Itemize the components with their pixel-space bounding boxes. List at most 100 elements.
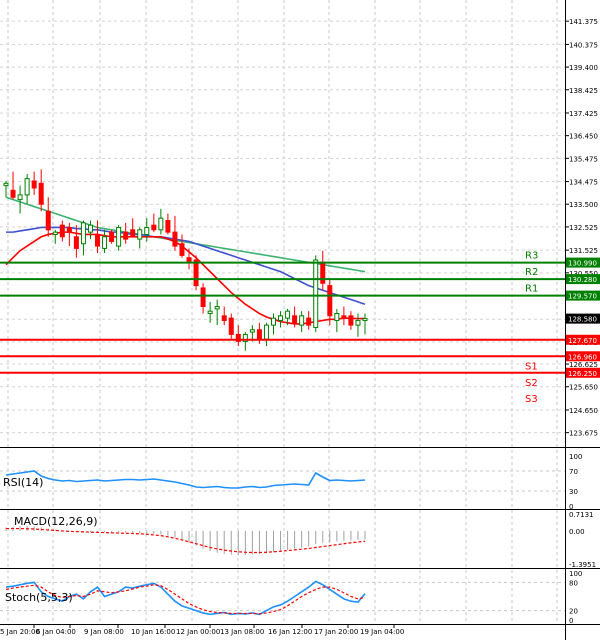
- candle-body-35: [249, 329, 255, 333]
- stoch-tick-label-2: 20: [569, 608, 578, 616]
- candle-body-9: [66, 226, 72, 233]
- candle-body-23: [165, 220, 171, 233]
- level-price-label-4: 126.960: [568, 353, 597, 361]
- macd-tick-label-2: -1.3951: [569, 561, 596, 569]
- level-price-label-2: 129.570: [568, 293, 597, 301]
- stoch-tick-label-1: 80: [569, 579, 578, 587]
- rsi-label: RSI(14): [3, 476, 43, 489]
- candle-body-39: [278, 315, 284, 321]
- candle-body-1: [10, 189, 16, 198]
- candle-body-32: [228, 317, 234, 335]
- candle-body-46: [327, 285, 333, 317]
- candle-body-12: [87, 224, 93, 233]
- macd-label: MACD(12,26,9): [14, 515, 98, 528]
- forex-chart: R3 R2 R1 S1 S2 S3 141.375 140.375 139.400 138.42…: [0, 0, 600, 640]
- level-name-5: S2: [525, 378, 538, 389]
- candle-body-49: [348, 315, 354, 326]
- level-price-label-3: 127.670: [568, 337, 597, 345]
- time-tick-label-4: 12 Jan 00:00: [176, 628, 220, 636]
- candle-body-41: [292, 315, 298, 324]
- price-tick-label-1: 140.375: [569, 41, 598, 49]
- rsi-tick-label-0: 100: [569, 453, 582, 461]
- candle-body-14: [102, 236, 108, 249]
- chart-svg: R3 R2 R1 S1 S2 S3 141.375 140.375 139.400 138.42…: [0, 0, 600, 640]
- level-price-label-5: 126.250: [568, 370, 597, 378]
- candle-body-21: [151, 224, 157, 231]
- price-tick-label-9: 132.525: [569, 224, 598, 232]
- level-name-4: S1: [525, 361, 538, 372]
- level-price-label-0: 130.990: [568, 260, 597, 268]
- candle-body-27: [193, 259, 199, 287]
- s3-label: S3: [525, 394, 538, 405]
- candle-body-43: [306, 317, 312, 326]
- candle-body-7: [52, 231, 58, 235]
- time-tick-label-2: 9 Jan 08:00: [84, 628, 124, 636]
- candle-body-13: [95, 233, 101, 247]
- candle-body-38: [270, 317, 276, 326]
- candle-body-30: [214, 306, 220, 310]
- candle-body-24: [172, 231, 178, 247]
- time-tick-label-7: 17 Jan 20:00: [314, 628, 358, 636]
- price-tick-label-15: 125.650: [569, 384, 598, 392]
- candle-body-4: [31, 180, 37, 189]
- level-name-2: R1: [525, 284, 538, 295]
- price-tick-label-6: 135.475: [569, 155, 598, 163]
- candle-body-10: [73, 236, 79, 249]
- candle-body-17: [123, 231, 129, 240]
- candle-body-2: [17, 194, 23, 201]
- candle-body-36: [256, 329, 262, 340]
- time-tick-label-3: 10 Jan 16:00: [131, 628, 175, 636]
- time-tick-label-5: 13 Jan 08:00: [220, 628, 264, 636]
- price-tick-label-10: 131.525: [569, 247, 598, 255]
- candle-body-28: [200, 287, 206, 308]
- stoch-tick-label-3: 0: [569, 617, 573, 625]
- rsi-tick-label-2: 30: [569, 488, 578, 496]
- time-tick-label-6: 16 Jan 12:00: [268, 628, 312, 636]
- candle-body-31: [221, 315, 227, 321]
- candle-body-5: [38, 182, 44, 205]
- price-tick-label-5: 136.450: [569, 133, 598, 141]
- price-tick-label-2: 139.400: [569, 64, 598, 72]
- stoch-tick-label-0: 100: [569, 570, 582, 578]
- candle-body-22: [158, 217, 164, 231]
- level-price-label-1: 130.280: [568, 276, 597, 284]
- price-tick-label-7: 134.475: [569, 179, 598, 187]
- candle-body-19: [137, 229, 143, 240]
- candle-body-42: [299, 315, 305, 326]
- candle-body-47: [334, 312, 340, 321]
- candle-body-48: [341, 315, 347, 319]
- candle-body-50: [355, 319, 361, 326]
- candle-body-37: [263, 324, 269, 340]
- candle-body-29: [207, 310, 213, 314]
- price-tick-label-4: 137.425: [569, 110, 598, 118]
- price-tick-label-8: 133.500: [569, 201, 598, 209]
- price-tick-label-16: 124.650: [569, 407, 598, 415]
- level-name-0: R3: [525, 251, 538, 262]
- price-tick-label-3: 138.425: [569, 87, 598, 95]
- price-tick-label-0: 141.375: [569, 18, 598, 26]
- time-tick-label-8: 19 Jan 04:00: [360, 628, 404, 636]
- candle-body-20: [144, 226, 150, 235]
- stoch-label: Stoch(5,5,3): [5, 591, 73, 604]
- candle-body-6: [45, 210, 51, 231]
- current-price-label: 128.580: [568, 316, 597, 324]
- candle-body-0: [3, 182, 9, 187]
- time-tick-label-1: 6 Jan 04:00: [36, 628, 76, 636]
- rsi-tick-label-1: 70: [569, 468, 578, 476]
- candle-body-8: [59, 224, 65, 238]
- candle-body-44: [313, 259, 319, 328]
- candle-body-40: [285, 310, 291, 319]
- macd-tick-label-1: 0.00: [569, 528, 585, 536]
- level-name-1: R2: [525, 267, 538, 278]
- time-tick-label-0: 5 Jan 20:00: [0, 628, 40, 636]
- macd-tick-label-0: 0.7131: [569, 511, 594, 519]
- candle-body-51: [362, 318, 368, 321]
- price-tick-label-17: 123.675: [569, 430, 598, 438]
- candle-body-18: [130, 229, 136, 238]
- candle-body-45: [320, 261, 326, 284]
- candle-body-15: [109, 231, 115, 242]
- candle-body-11: [80, 222, 86, 245]
- candle-body-3: [24, 178, 30, 196]
- candle-body-16: [116, 226, 122, 247]
- candle-body-25: [179, 243, 185, 256]
